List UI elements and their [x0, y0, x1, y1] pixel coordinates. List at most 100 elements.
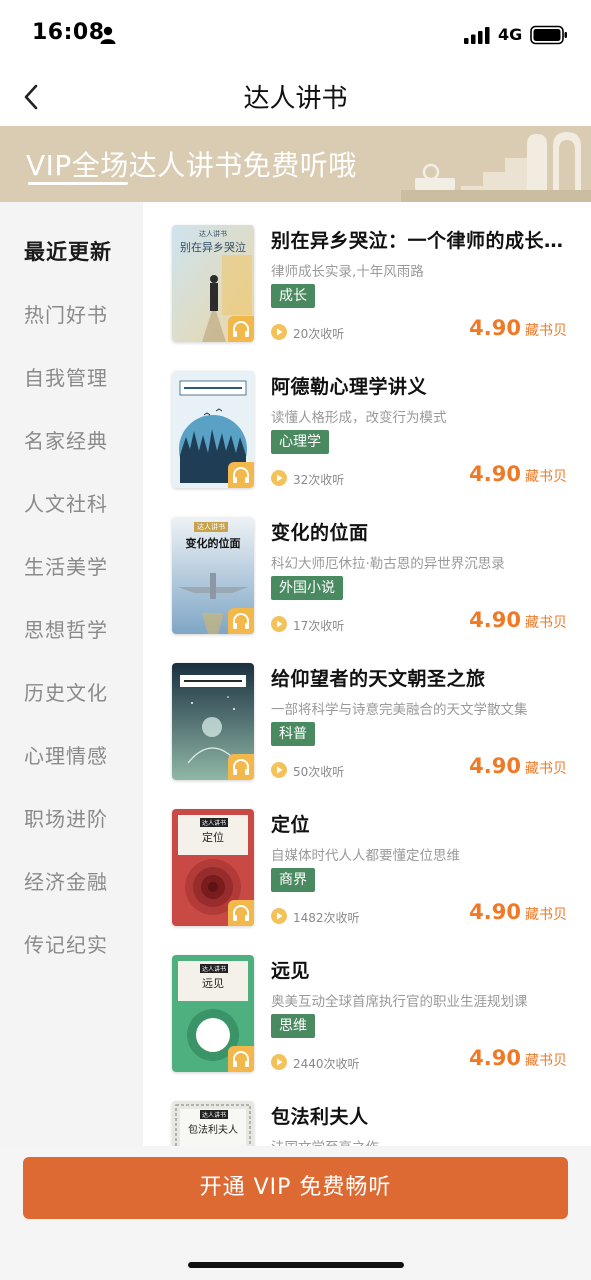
- book-list-item[interactable]: 达人讲书 定位 定位 自媒体时代人人都要懂定位思维 商界 1482次收听 4.9…: [143, 786, 591, 932]
- cover-header: 达人讲书: [200, 1110, 229, 1119]
- headphones-icon: [233, 759, 249, 775]
- book-cover: 达人讲书 包法利夫人: [172, 1101, 254, 1146]
- play-icon: [271, 616, 287, 632]
- sidebar-item-label: 生活美学: [24, 555, 108, 579]
- listen-count: 1482次收听: [293, 911, 360, 925]
- price-unit: 藏书贝: [525, 323, 567, 339]
- play-icon: [271, 470, 287, 486]
- price-value: 4.90: [469, 900, 521, 924]
- price-value: 4.90: [469, 316, 521, 340]
- book-price: 4.90 藏书贝: [469, 900, 567, 924]
- book-price: 4.90 藏书贝: [469, 462, 567, 486]
- sidebar-item-label: 最近更新: [24, 240, 112, 264]
- book-title: 包法利夫人: [271, 1106, 369, 1128]
- book-description: 科幻大师厄休拉·勒古恩的异世界沉思录: [271, 556, 505, 572]
- network-label: 4G: [498, 25, 523, 44]
- sidebar-item-popular[interactable]: 热门好书: [0, 289, 143, 339]
- sidebar-item-history[interactable]: 历史文化: [0, 667, 143, 717]
- play-icon: [271, 762, 287, 778]
- play-icon: [271, 324, 287, 340]
- sidebar-item-humanities[interactable]: 人文社科: [0, 478, 143, 528]
- battery-icon: [530, 25, 567, 45]
- book-price: 4.90 藏书贝: [469, 1046, 567, 1070]
- book-list-item[interactable]: 达人讲书 变化的位面 变化的位面 科幻大师厄休拉·勒古恩的异世界沉思录 外国小说…: [143, 494, 591, 640]
- cover-header: 达人讲书: [194, 522, 228, 532]
- headphones-badge: [228, 608, 254, 634]
- sidebar-item-label: 职场进阶: [24, 807, 108, 831]
- sidebar-item-label: 经济金融: [24, 870, 108, 894]
- sidebar-item-finance[interactable]: 经济金融: [0, 856, 143, 906]
- cover-header: 达人讲书: [200, 818, 229, 827]
- listen-count: 20次收听: [293, 327, 345, 341]
- status-bar: 16:08 4G: [0, 0, 591, 70]
- price-value: 4.90: [469, 462, 521, 486]
- sidebar-item-label: 历史文化: [24, 681, 108, 705]
- sidebar-item-recent[interactable]: 最近更新: [0, 226, 143, 276]
- play-icon: [271, 908, 287, 924]
- headphones-icon: [233, 1051, 249, 1067]
- sidebar-item-label: 自我管理: [24, 366, 108, 390]
- book-description: 自媒体时代人人都要懂定位思维: [271, 848, 460, 864]
- price-value: 4.90: [469, 1046, 521, 1070]
- status-time: 16:08: [32, 20, 105, 45]
- open-vip-button[interactable]: 开通 VIP 免费畅听: [23, 1157, 568, 1219]
- book-cover: [172, 663, 254, 780]
- listen-count: 32次收听: [293, 473, 345, 487]
- book-tag: 科普: [271, 722, 315, 746]
- banner-underline: [28, 182, 128, 185]
- book-list-item[interactable]: 达人讲书 包法利夫人 包法利夫人 法国文学至高之作: [143, 1078, 591, 1146]
- cover-title: 远见: [202, 977, 224, 990]
- book-list-item[interactable]: 阿德勒心理学讲义 读懂人格形成，改变行为模式 心理学 32次收听 4.90 藏书贝: [143, 348, 591, 494]
- book-list-item[interactable]: 给仰望者的天文朝圣之旅 一部将科学与诗意完美融合的天文学散文集 科普 50次收听…: [143, 640, 591, 786]
- headphones-badge: [228, 316, 254, 342]
- book-cover: 达人讲书 别在异乡哭泣: [172, 225, 254, 342]
- book-price: 4.90 藏书贝: [469, 754, 567, 778]
- vip-banner[interactable]: VIP全场达人讲书免费听哦: [0, 126, 591, 202]
- book-title: 给仰望者的天文朝圣之旅: [271, 668, 486, 690]
- headphones-badge: [228, 900, 254, 926]
- bottom-bar: 开通 VIP 免费畅听: [0, 1146, 591, 1280]
- price-unit: 藏书贝: [525, 1053, 567, 1069]
- book-description: 奥美互动全球首席执行官的职业生涯规划课: [271, 994, 528, 1010]
- headphones-badge: [228, 462, 254, 488]
- sidebar-item-label: 名家经典: [24, 429, 108, 453]
- cover-title: 包法利夫人: [188, 1125, 238, 1136]
- sidebar-item-career[interactable]: 职场进阶: [0, 793, 143, 843]
- book-title: 变化的位面: [271, 522, 369, 544]
- sidebar-item-lifestyle[interactable]: 生活美学: [0, 541, 143, 591]
- cover-header: 达人讲书: [199, 230, 227, 238]
- cellular-signal-icon: [464, 27, 490, 44]
- headphones-badge: [228, 1046, 254, 1072]
- book-list-item[interactable]: 达人讲书 别在异乡哭泣 别在异乡哭泣：一个律师的成长实录 律师成长实录,十年风雨…: [143, 202, 591, 348]
- book-cover: 达人讲书 变化的位面: [172, 517, 254, 634]
- sidebar-item-classics[interactable]: 名家经典: [0, 415, 143, 465]
- book-title: 别在异乡哭泣：一个律师的成长实录: [271, 230, 571, 252]
- sidebar-item-biography[interactable]: 传记纪实: [0, 919, 143, 969]
- category-sidebar: 最近更新 热门好书 自我管理 名家经典 人文社科 生活美学 思想哲学 历史文化 …: [0, 202, 143, 1146]
- book-price: 4.90 藏书贝: [469, 316, 567, 340]
- sidebar-item-philosophy[interactable]: 思想哲学: [0, 604, 143, 654]
- headphones-icon: [233, 613, 249, 629]
- home-indicator: [188, 1262, 404, 1268]
- price-unit: 藏书贝: [525, 615, 567, 631]
- book-list-item[interactable]: 达人讲书 远见 远见 奥美互动全球首席执行官的职业生涯规划课 思维 2440次收…: [143, 932, 591, 1078]
- headphones-icon: [233, 905, 249, 921]
- price-unit: 藏书贝: [525, 469, 567, 485]
- book-description: 读懂人格形成，改变行为模式: [271, 410, 447, 426]
- cover-header: 达人讲书: [200, 964, 229, 973]
- sidebar-item-self-management[interactable]: 自我管理: [0, 352, 143, 402]
- sidebar-item-label: 热门好书: [24, 303, 108, 327]
- book-tag: 心理学: [271, 430, 329, 454]
- sidebar-item-label: 思想哲学: [24, 618, 108, 642]
- nav-bar: 达人讲书: [0, 70, 591, 126]
- cover-title: 变化的位面: [185, 537, 241, 550]
- sidebar-item-label: 心理情感: [24, 744, 108, 768]
- banner-text: VIP全场达人讲书免费听哦: [26, 149, 357, 182]
- book-list: 达人讲书 别在异乡哭泣 别在异乡哭泣：一个律师的成长实录 律师成长实录,十年风雨…: [143, 202, 591, 1146]
- price-value: 4.90: [469, 608, 521, 632]
- sidebar-item-psychology[interactable]: 心理情感: [0, 730, 143, 780]
- listen-count: 50次收听: [293, 765, 345, 779]
- book-price: 4.90 藏书贝: [469, 608, 567, 632]
- price-value: 4.90: [469, 754, 521, 778]
- book-cover: 达人讲书 远见: [172, 955, 254, 1072]
